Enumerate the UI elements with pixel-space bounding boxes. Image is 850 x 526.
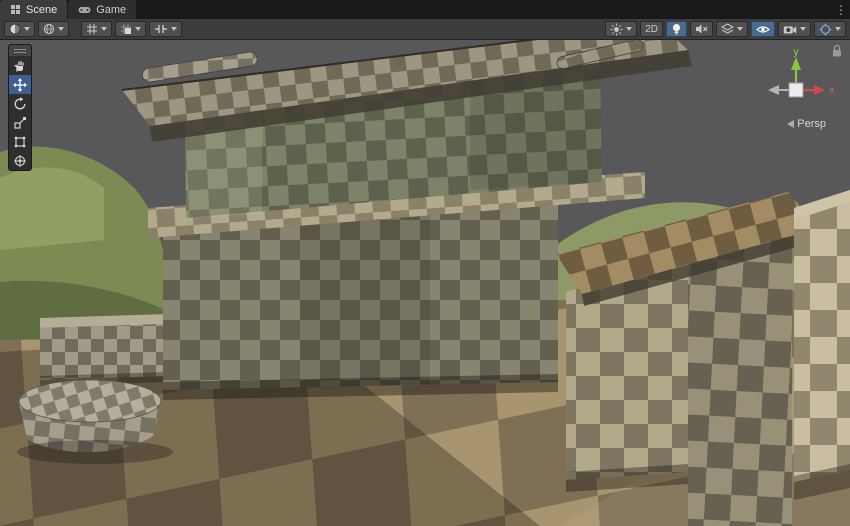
gizmos-dropdown[interactable]	[814, 21, 846, 37]
gizmo-crosshair-icon	[819, 23, 832, 36]
chevron-down-icon	[626, 27, 632, 31]
chevron-down-icon	[24, 27, 30, 31]
game-tab-icon	[78, 4, 91, 15]
scene-viewport[interactable]: y x Persp	[0, 40, 850, 526]
transform-icon	[13, 154, 27, 168]
axis-y-label: y	[794, 48, 799, 58]
light-bulb-icon	[671, 23, 682, 36]
scene-toolbar: 2D	[0, 19, 850, 40]
eye-icon	[756, 24, 770, 35]
chevron-down-icon	[737, 27, 743, 31]
grid-icon	[86, 23, 98, 35]
snap-settings-dropdown[interactable]	[149, 21, 182, 37]
chevron-down-icon	[135, 27, 141, 31]
chevron-down-icon	[800, 27, 806, 31]
view-tool[interactable]	[9, 56, 31, 75]
sun-icon	[610, 23, 623, 36]
scene-visibility-toggle[interactable]	[751, 21, 775, 37]
effects-dropdown[interactable]	[605, 21, 637, 37]
tab-scene-label: Scene	[26, 4, 57, 16]
shading-mode-dropdown[interactable]	[38, 21, 69, 37]
lighting-toggle[interactable]	[666, 21, 687, 37]
chevron-down-icon	[58, 27, 64, 31]
draw-mode-dropdown[interactable]	[4, 21, 35, 37]
layers-dropdown[interactable]	[716, 21, 748, 37]
rect-tool[interactable]	[9, 132, 31, 151]
tab-game-label: Game	[96, 4, 126, 16]
rotate-tool[interactable]	[9, 94, 31, 113]
grid-snap-dropdown[interactable]	[115, 21, 146, 37]
rect-icon	[13, 135, 27, 149]
draw-mode-icon	[9, 23, 21, 35]
projection-cone-icon	[787, 120, 794, 128]
checkered-well[interactable]	[17, 380, 173, 464]
axis-x-label: x	[830, 85, 835, 96]
tab-game[interactable]: Game	[68, 0, 137, 19]
orientation-gizmo[interactable]: y x	[756, 48, 836, 120]
scale-icon	[13, 116, 27, 130]
tab-scene[interactable]: Scene	[0, 0, 68, 19]
2d-toggle[interactable]: 2D	[640, 21, 663, 37]
tools-overlay	[8, 44, 32, 171]
checkered-pillar[interactable]	[794, 190, 850, 500]
lock-icon[interactable]	[831, 44, 843, 58]
2d-toggle-label: 2D	[645, 24, 658, 35]
move-tool[interactable]	[9, 75, 31, 94]
move-icon	[13, 78, 27, 92]
shading-mode-icon	[43, 23, 55, 35]
chevron-down-icon	[101, 27, 107, 31]
grid-snap-icon	[120, 23, 132, 35]
axis-y-cone[interactable]	[791, 57, 801, 70]
tab-bar: Scene Game ⋮	[0, 0, 850, 19]
chevron-down-icon	[835, 27, 841, 31]
audio-muted-icon	[695, 23, 708, 35]
axis-x-cone[interactable]	[814, 85, 825, 95]
checkered-low-wall[interactable]	[40, 314, 168, 386]
scene-view-canvas[interactable]	[0, 40, 850, 526]
scale-tool[interactable]	[9, 113, 31, 132]
camera-icon	[783, 24, 797, 35]
chevron-down-icon	[171, 27, 177, 31]
axis-neg-x-cone[interactable]	[768, 85, 779, 95]
tab-bar-spacer	[137, 0, 832, 19]
tools-drag-handle[interactable]	[9, 45, 31, 56]
gizmo-center-cube[interactable]	[789, 83, 803, 97]
rotate-icon	[13, 97, 27, 111]
projection-indicator[interactable]: Persp	[787, 118, 826, 130]
hand-icon	[13, 59, 27, 73]
grid-visibility-dropdown[interactable]	[81, 21, 112, 37]
transform-tool[interactable]	[9, 151, 31, 170]
layers-icon	[721, 23, 734, 35]
camera-dropdown[interactable]	[778, 21, 811, 37]
projection-label: Persp	[797, 118, 826, 130]
tab-menu-button[interactable]: ⋮	[832, 0, 850, 19]
snap-icon	[154, 23, 168, 35]
scene-tab-icon	[10, 4, 21, 15]
audio-toggle[interactable]	[690, 21, 713, 37]
